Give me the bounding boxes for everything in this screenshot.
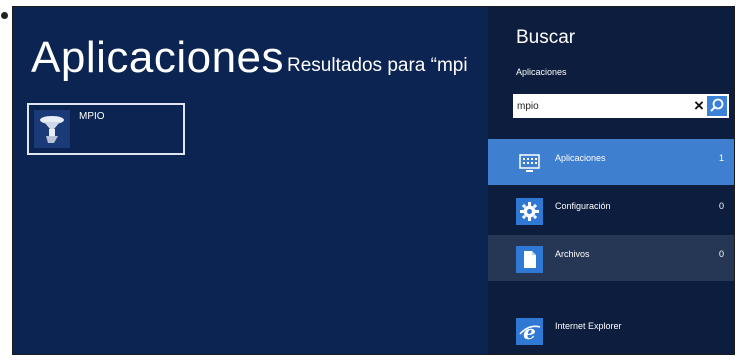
- search-category-aplicaciones[interactable]: Aplicaciones 1: [488, 139, 734, 185]
- category-label: Configuración: [555, 201, 611, 211]
- search-scope-label: Aplicaciones: [516, 67, 567, 77]
- gear-icon: [516, 198, 543, 225]
- results-heading: Resultados para “mpi: [287, 55, 468, 76]
- close-icon[interactable]: ×: [691, 96, 707, 116]
- search-app-internet-explorer[interactable]: e Internet Explorer: [488, 307, 734, 353]
- search-icon[interactable]: [707, 96, 727, 116]
- search-category-archivos[interactable]: Archivos 0: [488, 235, 734, 281]
- apps-grid-icon: [516, 150, 543, 177]
- search-input[interactable]: [517, 98, 687, 114]
- category-count: 0: [718, 249, 724, 259]
- category-count: 1: [718, 153, 724, 163]
- search-charm-pane: Buscar Aplicaciones ×: [488, 7, 734, 354]
- category-label: Aplicaciones: [555, 153, 606, 163]
- app-result-tile-mpio[interactable]: MPIO: [27, 103, 185, 155]
- app-label: Internet Explorer: [555, 321, 622, 331]
- page-title: Aplicaciones: [31, 33, 285, 82]
- category-count: 0: [718, 201, 724, 211]
- internet-explorer-icon: e: [516, 318, 543, 345]
- search-category-configuracion[interactable]: Configuración 0: [488, 187, 734, 233]
- mpio-app-icon: [34, 110, 70, 148]
- list-bullet: [1, 12, 8, 19]
- svg-text:e: e: [523, 320, 536, 344]
- search-pane-title: Buscar: [516, 27, 576, 48]
- search-box: ×: [513, 94, 729, 118]
- document-icon: [516, 246, 543, 273]
- category-label: Archivos: [555, 249, 590, 259]
- start-search-screen: Aplicaciones Resultados para “mpi MPIO B…: [12, 6, 735, 355]
- app-result-label: MPIO: [79, 111, 105, 122]
